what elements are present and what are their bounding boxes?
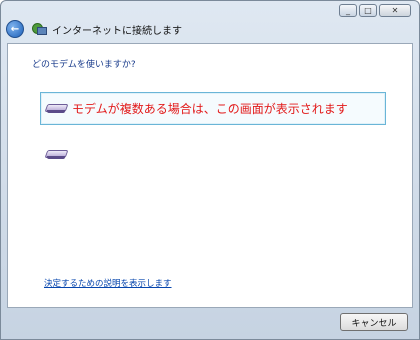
window-controls: _ □ ✕ — [337, 4, 411, 17]
monitor-icon — [37, 27, 47, 35]
title-bar: _ □ ✕ ← インターネットに接続します — [1, 1, 419, 38]
modem-option-1[interactable]: モデムが複数ある場合は、この画面が表示されます — [40, 92, 386, 125]
wizard-window: _ □ ✕ ← インターネットに接続します どのモデムを使いますか? モデムが複… — [0, 0, 420, 340]
modem-icon — [44, 149, 69, 161]
back-arrow-button[interactable]: ← — [6, 20, 24, 38]
help-link[interactable]: 決定するための説明を表示します — [44, 277, 172, 289]
modem-option-2[interactable] — [40, 138, 386, 171]
window-title: インターネットに接続します — [52, 25, 182, 37]
network-connection-icon — [32, 23, 47, 35]
modem-option-label: モデムが複数ある場合は、この画面が表示されます — [72, 102, 348, 116]
wizard-content: どのモデムを使いますか? モデムが複数ある場合は、この画面が表示されます 決定す… — [7, 43, 413, 308]
cancel-button[interactable]: キャンセル — [340, 313, 408, 331]
wizard-header: ← インターネットに接続します — [6, 20, 182, 38]
maximize-button[interactable]: □ — [359, 4, 377, 17]
minimize-button[interactable]: _ — [339, 4, 357, 17]
page-prompt: どのモデムを使いますか? — [32, 60, 136, 70]
back-arrow-icon: ← — [10, 23, 20, 35]
close-button[interactable]: ✕ — [379, 4, 411, 17]
wizard-footer: キャンセル — [1, 310, 419, 340]
modem-icon — [44, 103, 69, 115]
